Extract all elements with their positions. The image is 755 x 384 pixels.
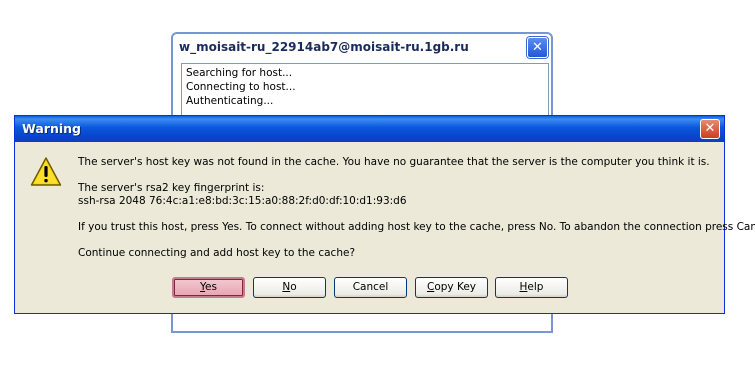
message-question: Continue connecting and add host key to … — [78, 247, 356, 259]
log-line: Connecting to host... — [186, 81, 296, 93]
message-host-key-not-cached: The server's host key was not found in t… — [78, 156, 710, 168]
message-fingerprint-label: The server's rsa2 key fingerprint is: — [78, 182, 265, 194]
log-line: Authenticating... — [186, 95, 274, 107]
warning-dialog-titlebar[interactable]: Warning ✕ — [15, 116, 724, 142]
message-instructions: If you trust this host, press Yes. To co… — [78, 221, 755, 233]
dialog-title: Warning — [22, 121, 81, 136]
yes-button[interactable]: Yes — [172, 277, 245, 298]
help-button[interactable]: Help — [495, 277, 568, 298]
copy-key-button[interactable]: Copy Key — [415, 277, 488, 298]
connection-window-title: w_moisait-ru_22914ab7@moisait-ru.1gb.ru — [179, 40, 469, 54]
warning-icon — [30, 157, 62, 186]
message-fingerprint-value: ssh-rsa 2048 76:4c:a1:e8:bd:3c:15:a0:88:… — [78, 195, 407, 207]
log-line: Searching for host... — [186, 67, 293, 79]
no-button[interactable]: No — [253, 277, 326, 298]
cancel-button[interactable]: Cancel — [334, 277, 407, 298]
connection-log: Searching for host... Connecting to host… — [181, 63, 549, 119]
warning-dialog: Warning ✕ The server's host key was not … — [14, 115, 755, 314]
connection-window-close-icon[interactable]: ✕ — [527, 37, 548, 58]
dialog-close-icon[interactable]: ✕ — [700, 119, 720, 139]
connection-window-titlebar[interactable]: w_moisait-ru_22914ab7@moisait-ru.1gb.ru … — [173, 34, 551, 61]
